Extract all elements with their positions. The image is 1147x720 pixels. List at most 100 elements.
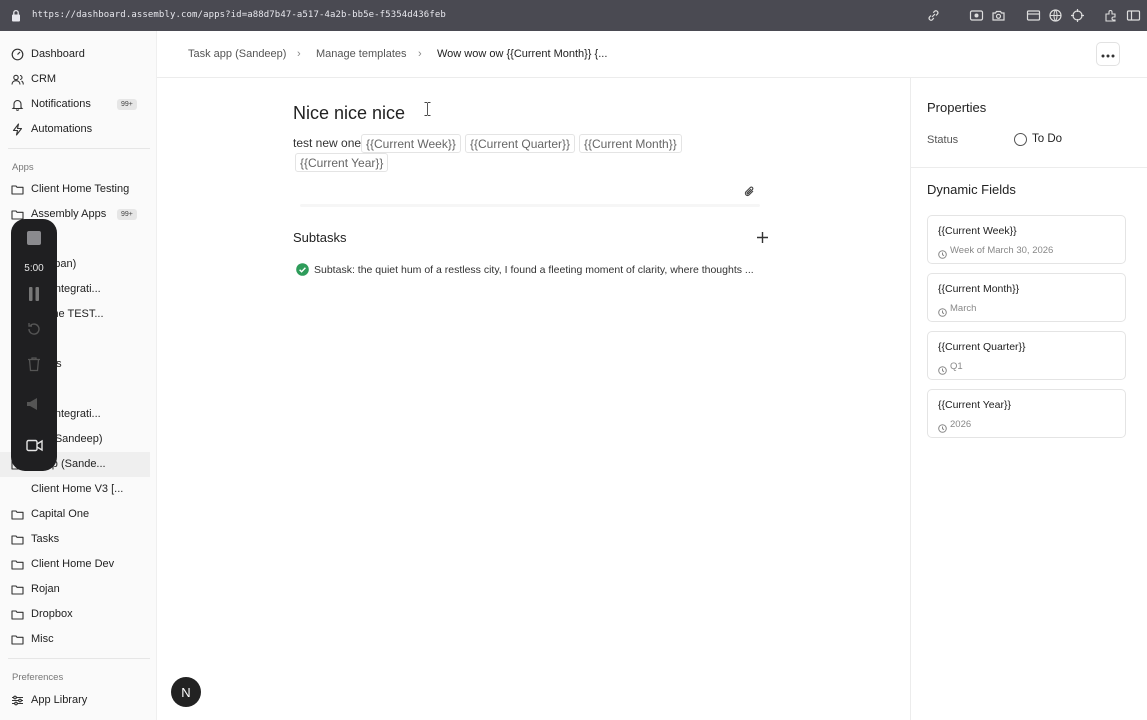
folder-icon [11, 583, 24, 596]
dynamic-field-chip[interactable]: {{Current Month}} [579, 134, 682, 153]
status-label: Status [927, 134, 959, 146]
more-options-button[interactable] [1096, 42, 1120, 66]
subtasks-heading: Subtasks [293, 230, 347, 245]
sidebar-divider [8, 658, 150, 659]
dynamic-field-card[interactable]: {{Current Month}} March [927, 273, 1126, 322]
breadcrumb-item-app[interactable]: Task app (Sandeep) [188, 48, 286, 60]
camera-toggle-button[interactable] [21, 435, 47, 461]
text-cursor-icon [424, 102, 431, 116]
clock-icon [938, 246, 947, 259]
sidebar-item-app-library[interactable]: App Library [0, 688, 150, 713]
dynamic-field-name: {{Current Quarter}} [938, 341, 1026, 353]
sidebar-toggle-icon[interactable] [1126, 8, 1141, 23]
dynamic-field-chip[interactable]: {{Current Year}} [295, 153, 389, 172]
subtask-text: Subtask: the quiet hum of a restless cit… [314, 264, 754, 276]
link-icon[interactable] [926, 8, 941, 23]
sidebar-app-item[interactable]: Client Home Testing [0, 177, 150, 202]
mute-button[interactable] [21, 393, 47, 419]
sidebar-item-label: Client Home Testing [31, 183, 130, 195]
sidebar-app-item[interactable]: Rojan [0, 577, 150, 602]
sidebar-item-label: Capital One [31, 508, 90, 520]
trash-icon [27, 356, 41, 377]
subtask-item[interactable]: Subtask: the quiet hum of a restless cit… [296, 263, 776, 279]
status-circle-icon [1014, 133, 1027, 146]
dynamic-field-value: Week of March 30, 2026 [950, 245, 1054, 256]
stop-icon [27, 230, 41, 250]
dynamic-field-chip[interactable]: {{Current Quarter}} [465, 134, 576, 153]
sidebar-item-notifications[interactable]: Notifications 99+ [0, 92, 150, 117]
sidebar-item-label: Client Home Dev [31, 558, 115, 570]
status-value: To Do [1032, 133, 1063, 145]
screen-record-icon[interactable] [969, 8, 984, 23]
screen-recorder-widget: 5:00 [11, 219, 57, 471]
lightning-icon [11, 123, 24, 136]
delete-recording-button[interactable] [21, 353, 47, 379]
dynamic-field-chip[interactable]: {{Current Week}} [361, 134, 461, 153]
restart-button[interactable] [21, 318, 47, 344]
notification-count-badge: 99+ [117, 99, 137, 110]
pause-icon [27, 286, 41, 306]
sidebar-item-crm[interactable]: CRM [0, 67, 150, 92]
sidebar-item-label: Tasks [31, 533, 60, 545]
dynamic-field-card[interactable]: {{Current Week}} Week of March 30, 2026 [927, 215, 1126, 264]
folder-icon [11, 608, 24, 621]
more-horizontal-icon [1101, 45, 1115, 63]
paperclip-icon[interactable] [743, 185, 756, 198]
sidebar-app-item[interactable]: Client Home V3 [... [0, 477, 150, 502]
crosshair-icon[interactable] [1070, 8, 1085, 23]
users-icon [11, 73, 24, 86]
properties-heading: Properties [927, 100, 987, 115]
stop-recording-button[interactable] [21, 227, 47, 253]
sidebar-item-label: Dropbox [31, 608, 73, 620]
dynamic-field-value: March [950, 303, 977, 314]
panel-divider [911, 167, 1147, 168]
check-circle-icon[interactable] [296, 263, 309, 276]
sidebar-item-label: App Library [31, 694, 88, 706]
task-title[interactable]: Nice nice nice [293, 103, 405, 124]
sidebar-item-label: Client Home V3 [... [31, 483, 124, 495]
dashboard-icon [11, 48, 24, 61]
dynamic-field-card[interactable]: {{Current Year}} 2026 [927, 389, 1126, 438]
dynamic-field-name: {{Current Week}} [938, 225, 1017, 237]
sidebar-app-item[interactable]: Client Home Dev [0, 552, 150, 577]
user-avatar[interactable]: N [171, 677, 201, 707]
browser-url-bar: https://dashboard.assembly.com/apps?id=a… [0, 0, 1147, 31]
add-subtask-button[interactable] [756, 231, 769, 244]
dynamic-field-card[interactable]: {{Current Quarter}} Q1 [927, 331, 1126, 380]
breadcrumb: Task app (Sandeep) › Manage templates › … [157, 31, 1147, 78]
sidebar-item-label: Automations [31, 123, 93, 135]
sidebar-item-dashboard[interactable]: Dashboard [0, 42, 150, 67]
sidebar-item-label: Dashboard [31, 48, 85, 60]
clock-icon [938, 362, 947, 375]
properties-panel: Properties Status To Do Dynamic Fields {… [910, 78, 1147, 720]
window-icon[interactable] [1026, 8, 1041, 23]
sidebar-app-item[interactable]: Capital One [0, 502, 150, 527]
url-text[interactable]: https://dashboard.assembly.com/apps?id=a… [32, 10, 446, 20]
breadcrumb-item-current: Wow wow ow {{Current Month}} {... [437, 48, 608, 60]
globe-icon[interactable] [1048, 8, 1063, 23]
sidebar-app-item[interactable]: Misc [0, 627, 150, 652]
breadcrumb-separator: › [418, 48, 422, 60]
extension-icon[interactable] [1104, 8, 1119, 23]
apps-section-label: Apps [12, 162, 34, 173]
recording-timer: 5:00 [24, 263, 44, 274]
lock-icon [11, 9, 21, 22]
pause-button[interactable] [21, 283, 47, 309]
sidebar-item-automations[interactable]: Automations [0, 117, 150, 142]
dynamic-field-name: {{Current Month}} [938, 283, 1020, 295]
restart-icon [26, 321, 42, 342]
camera-icon[interactable] [991, 8, 1006, 23]
sidebar-item-label: CRM [31, 73, 57, 85]
dynamic-field-value: 2026 [950, 419, 972, 430]
preferences-section-label: Preferences [12, 672, 64, 683]
folder-icon [11, 183, 24, 196]
folder-icon [11, 533, 24, 546]
app-count-badge: 99+ [117, 209, 137, 220]
description-text: test new one [293, 136, 362, 150]
sidebar-app-item[interactable]: Dropbox [0, 602, 150, 627]
breadcrumb-item-manage-templates[interactable]: Manage templates [316, 48, 407, 60]
description-divider [300, 204, 760, 207]
sidebar-app-item[interactable]: Tasks [0, 527, 150, 552]
dynamic-field-value: Q1 [950, 361, 963, 372]
megaphone-icon [26, 397, 42, 416]
